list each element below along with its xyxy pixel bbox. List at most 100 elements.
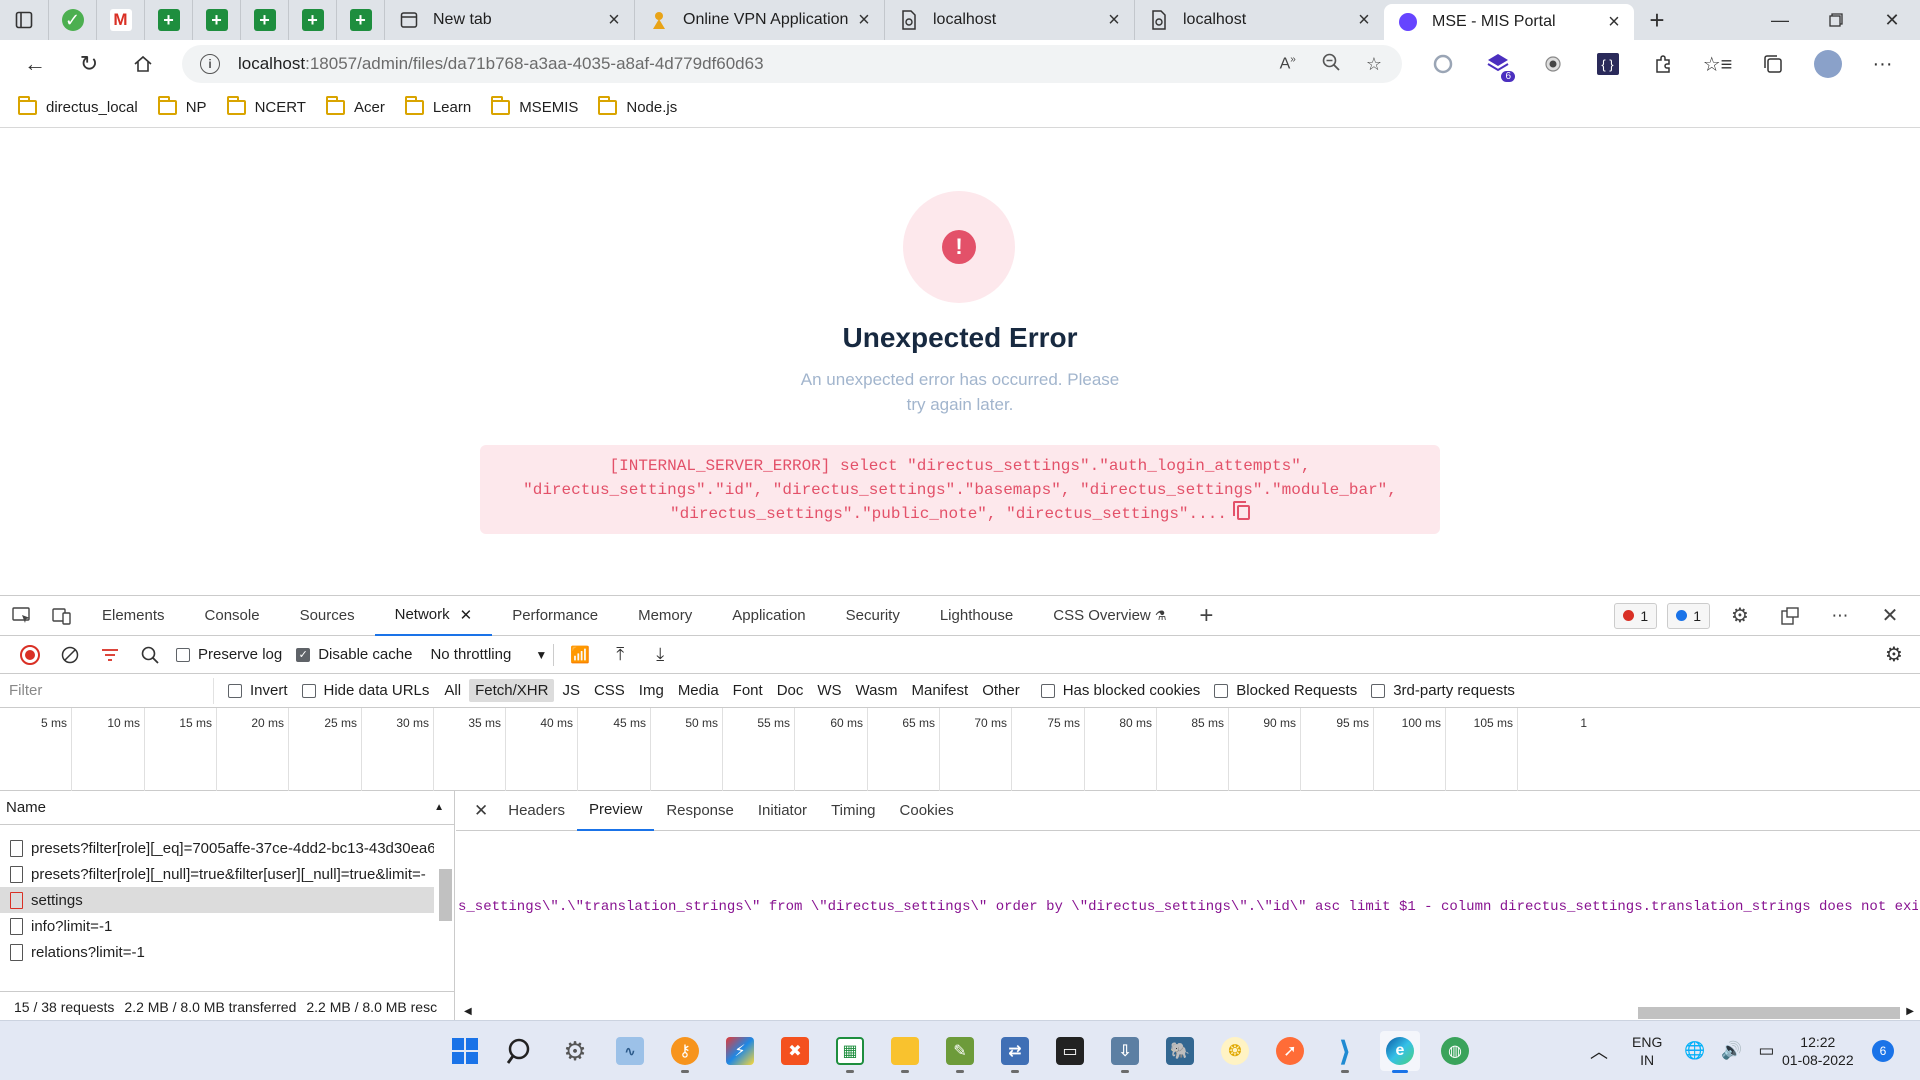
filter-type-doc[interactable]: Doc — [771, 679, 810, 702]
request-row[interactable]: presets?filter[role][_eq]=7005affe-37ce-… — [0, 835, 434, 861]
detail-tab-preview[interactable]: Preview — [576, 791, 655, 831]
start-button[interactable] — [445, 1031, 485, 1071]
refresh-button[interactable]: ↻ — [62, 44, 116, 84]
network-conditions-button[interactable]: 📶 — [560, 636, 600, 674]
pinned-tab-grammarly[interactable]: ✓ — [48, 0, 96, 40]
throttling-select[interactable]: No throttling ▼ — [430, 646, 547, 663]
devtools-settings-button[interactable]: ⚙ — [1720, 596, 1760, 636]
request-row[interactable]: presets?filter[role][_null]=true&filter[… — [0, 861, 434, 887]
preview-horizontal-scrollbar[interactable]: ◀ ▶ — [456, 1005, 1920, 1021]
dock-side-button[interactable] — [1770, 596, 1810, 636]
detail-tab-initiator[interactable]: Initiator — [746, 791, 819, 831]
taskbar-monitor-app[interactable]: ∿ — [610, 1031, 650, 1071]
filter-type-font[interactable]: Font — [727, 679, 769, 702]
detail-tab-cookies[interactable]: Cookies — [888, 791, 966, 831]
browser-tab-localhost-1[interactable]: localhost × — [884, 0, 1134, 40]
errors-badge[interactable]: 1 — [1614, 602, 1658, 629]
grammarly-extension-icon[interactable] — [1415, 44, 1470, 84]
scroll-left-icon[interactable]: ◀ — [464, 1006, 472, 1017]
read-aloud-icon[interactable]: A» — [1280, 54, 1296, 73]
filter-type-css[interactable]: CSS — [588, 679, 631, 702]
device-emulation-icon[interactable] — [42, 596, 82, 636]
filter-type-wasm[interactable]: Wasm — [850, 679, 904, 702]
notification-center-button[interactable]: 6 — [1872, 1021, 1894, 1080]
taskbar-app-orange[interactable]: ⚷ — [665, 1031, 705, 1073]
request-row[interactable]: settings — [0, 887, 434, 913]
taskbar-terminal[interactable]: ▭ — [1050, 1031, 1090, 1071]
taskbar-postgres[interactable]: 🐘 — [1160, 1031, 1200, 1071]
record-extension-icon[interactable] — [1525, 44, 1580, 84]
pinned-tab-sheets-3[interactable]: + — [240, 0, 288, 40]
filter-type-other[interactable]: Other — [976, 679, 1026, 702]
taskbar-excel[interactable]: ▦ — [830, 1031, 870, 1073]
add-favorite-icon[interactable]: ☆ — [1366, 54, 1382, 75]
clear-button[interactable] — [50, 636, 90, 674]
profile-avatar[interactable] — [1800, 44, 1855, 84]
taskbar-globe-app[interactable]: ◍ — [1435, 1031, 1475, 1071]
filter-type-fetch-xhr[interactable]: Fetch/XHR — [469, 679, 555, 702]
devtools-more-button[interactable]: ⋯ — [1820, 596, 1860, 636]
system-tray-icons[interactable]: 🌐 🔊 ▭ — [1684, 1021, 1774, 1080]
pinned-tab-sheets-4[interactable]: + — [288, 0, 336, 40]
network-settings-button[interactable]: ⚙ — [1874, 636, 1914, 674]
close-tab-icon[interactable]: × — [854, 9, 874, 32]
devtools-tab-memory[interactable]: Memory — [618, 596, 712, 636]
filter-type-media[interactable]: Media — [672, 679, 725, 702]
minimize-button[interactable]: — — [1752, 0, 1808, 40]
taskbar-edge[interactable]: e — [1380, 1031, 1420, 1073]
scrollbar-thumb[interactable] — [1638, 1007, 1900, 1019]
close-tab-icon[interactable]: × — [1104, 9, 1124, 32]
export-har-button[interactable]: ⤓ — [640, 636, 680, 674]
filter-type-img[interactable]: Img — [633, 679, 670, 702]
filter-type-manifest[interactable]: Manifest — [906, 679, 975, 702]
close-tab-icon[interactable]: × — [604, 9, 624, 32]
clock[interactable]: 12:22 01-08-2022 — [1782, 1021, 1854, 1080]
search-button[interactable] — [130, 636, 170, 674]
close-tab-icon[interactable]: ✕ — [460, 606, 473, 624]
devtools-tab-sources[interactable]: Sources — [280, 596, 375, 636]
restore-button[interactable] — [1808, 0, 1864, 40]
pinned-tab-sheets-2[interactable]: + — [192, 0, 240, 40]
collections-icon[interactable] — [1745, 44, 1800, 84]
home-button[interactable] — [116, 44, 170, 84]
bookmark-folder-directus-local[interactable]: directus_local — [18, 96, 138, 116]
third-party-requests-checkbox[interactable]: 3rd-party requests — [1371, 682, 1515, 699]
blocked-requests-checkbox[interactable]: Blocked Requests — [1214, 682, 1357, 699]
hide-data-urls-checkbox[interactable]: Hide data URLs — [301, 682, 429, 699]
close-tab-icon[interactable]: × — [1604, 11, 1624, 34]
browser-tab-vpn[interactable]: Online VPN Application × — [634, 0, 884, 40]
show-hidden-icons-button[interactable]: ︿ — [1590, 1021, 1608, 1080]
network-timeline[interactable]: 5 ms 10 ms 15 ms 20 ms 25 ms 30 ms 35 ms 40 ms 4… — [0, 708, 1920, 791]
address-bar[interactable]: i localhost:18057/admin/files/da71b768-a… — [182, 45, 1402, 83]
devtools-tab-application[interactable]: Application — [712, 596, 825, 636]
zoom-icon[interactable] — [1322, 53, 1340, 76]
inspect-element-icon[interactable] — [2, 596, 42, 636]
import-har-button[interactable]: ⤒ — [600, 636, 640, 674]
devtools-tab-security[interactable]: Security — [826, 596, 920, 636]
filter-type-all[interactable]: All — [438, 679, 467, 702]
taskbar-network-app[interactable]: ⇄ — [995, 1031, 1035, 1073]
browser-tab-mis-portal[interactable]: MSE - MIS Portal × — [1384, 4, 1634, 40]
settings-more-icon[interactable]: ··· — [1855, 44, 1910, 84]
devtools-tab-performance[interactable]: Performance — [492, 596, 618, 636]
bookmark-folder-ncert[interactable]: NCERT — [226, 96, 306, 116]
input-language-indicator[interactable]: ENG IN — [1632, 1021, 1662, 1080]
bookmark-folder-acer[interactable]: Acer — [325, 96, 385, 116]
extensions-puzzle-icon[interactable] — [1635, 44, 1690, 84]
taskbar-postman[interactable]: ➚ — [1270, 1031, 1310, 1071]
back-button[interactable]: ← — [8, 44, 62, 84]
detail-tab-timing[interactable]: Timing — [819, 791, 887, 831]
preserve-log-checkbox[interactable]: Preserve log — [176, 646, 282, 663]
close-devtools-button[interactable]: ✕ — [1870, 596, 1910, 636]
new-tab-button[interactable]: + — [1634, 0, 1680, 40]
devtools-tab-network[interactable]: Network ✕ — [374, 596, 493, 636]
json-viewer-extension-icon[interactable]: { } — [1580, 44, 1635, 84]
taskbar-search-button[interactable] — [500, 1031, 540, 1071]
pinned-tab-sheets-5[interactable]: + — [336, 0, 384, 40]
close-window-button[interactable]: ✕ — [1864, 0, 1920, 40]
bookmark-folder-np[interactable]: NP — [157, 96, 207, 116]
name-column-header[interactable]: Name ▲ — [0, 791, 454, 825]
bookmark-folder-learn[interactable]: Learn — [404, 96, 471, 116]
scrollbar-thumb[interactable] — [439, 869, 452, 921]
filter-type-ws[interactable]: WS — [811, 679, 847, 702]
